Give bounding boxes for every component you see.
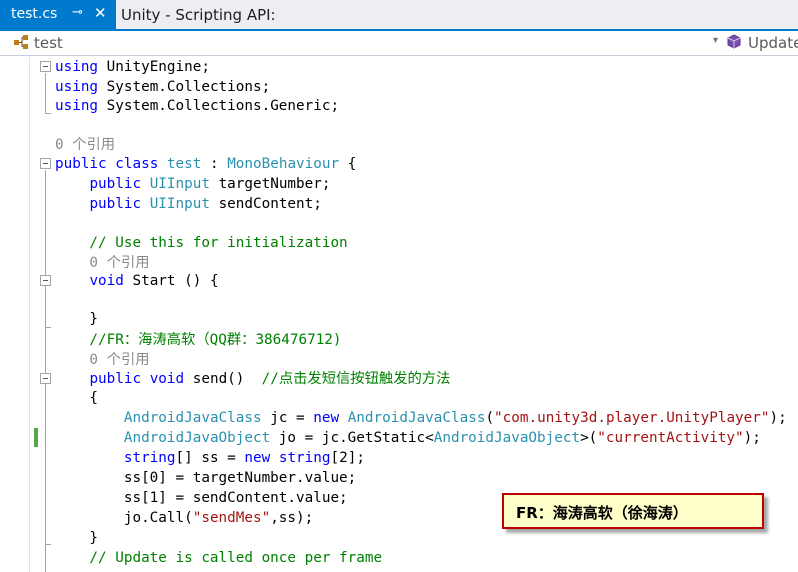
document-tab-bar: test.cs ⊸ ✕ Unity - Scripting API: <box>0 0 798 31</box>
code-line: { <box>55 390 99 406</box>
fold-toggle-icon[interactable] <box>40 275 51 286</box>
code-comment: // Use this for initialization <box>55 235 348 251</box>
fold-toggle-icon[interactable] <box>40 61 51 72</box>
gutter-separator <box>29 57 30 572</box>
code-line: public UIInput targetNumber; <box>89 176 331 192</box>
fold-guide <box>45 73 46 113</box>
tab-unity-scripting-api[interactable]: Unity - Scripting API: <box>116 0 296 29</box>
close-icon[interactable]: ✕ <box>94 4 107 22</box>
fold-toggle-icon[interactable] <box>40 373 51 384</box>
class-icon <box>13 34 31 50</box>
code-line: ss[1] = sendContent.value; <box>55 490 348 506</box>
code-comment: //FR：海涛高软（QQ群：386476712) <box>55 332 342 348</box>
fold-guide <box>45 170 46 572</box>
fold-guide-end <box>45 544 51 545</box>
fold-guide-end <box>45 327 51 328</box>
tab-test-cs[interactable]: test.cs ⊸ ✕ <box>0 0 116 29</box>
code-line: public UIInput sendContent; <box>89 196 322 212</box>
codelens-references[interactable]: 0 个引用 <box>55 350 149 370</box>
code-line: } <box>55 530 99 546</box>
chevron-down-icon[interactable]: ▾ <box>713 35 718 46</box>
tab-label: Unity - Scripting API: <box>121 6 276 24</box>
callout-text: FR：海涛高软（徐海涛） <box>516 504 688 522</box>
code-line: public void send() //点击发短信按钮触发的方法 <box>89 371 451 387</box>
type-dropdown-label: test <box>34 34 63 52</box>
type-dropdown[interactable]: test ▾ <box>8 33 720 53</box>
fold-toggle-icon[interactable] <box>40 158 51 169</box>
code-line: void Start () { <box>89 273 219 289</box>
codelens-references[interactable]: 0 个引用 <box>55 253 149 273</box>
method-cube-icon <box>726 34 742 50</box>
fold-guide-end <box>45 113 51 114</box>
tab-label: test.cs <box>11 6 58 22</box>
code-line: AndroidJavaObject jo = jc.GetStatic<Andr… <box>123 430 761 446</box>
code-line: public class test : MonoBehaviour { <box>55 156 357 172</box>
member-dropdown[interactable]: Update <box>722 33 798 53</box>
change-indicator <box>34 428 38 447</box>
code-line: ss[0] = targetNumber.value; <box>55 470 357 486</box>
pin-icon[interactable]: ⊸ <box>72 5 83 20</box>
code-line: AndroidJavaClass jc = new AndroidJavaCla… <box>123 410 787 426</box>
code-line: } <box>55 311 99 327</box>
code-line: using System.Collections.Generic; <box>55 98 340 114</box>
member-dropdown-label: Update <box>748 34 798 52</box>
code-line: using UnityEngine; <box>55 59 210 75</box>
code-line: jo.Call("sendMes",ss); <box>55 510 314 526</box>
code-line: string[] ss = new string[2]; <box>123 450 365 466</box>
codelens-references[interactable]: 0 个引用 <box>55 135 115 155</box>
watermark-callout: FR：海涛高软（徐海涛） <box>502 493 764 529</box>
code-comment: // Update is called once per frame <box>55 550 383 566</box>
code-line: using System.Collections; <box>55 79 271 95</box>
navigation-bar: test ▾ Update <box>0 31 798 56</box>
